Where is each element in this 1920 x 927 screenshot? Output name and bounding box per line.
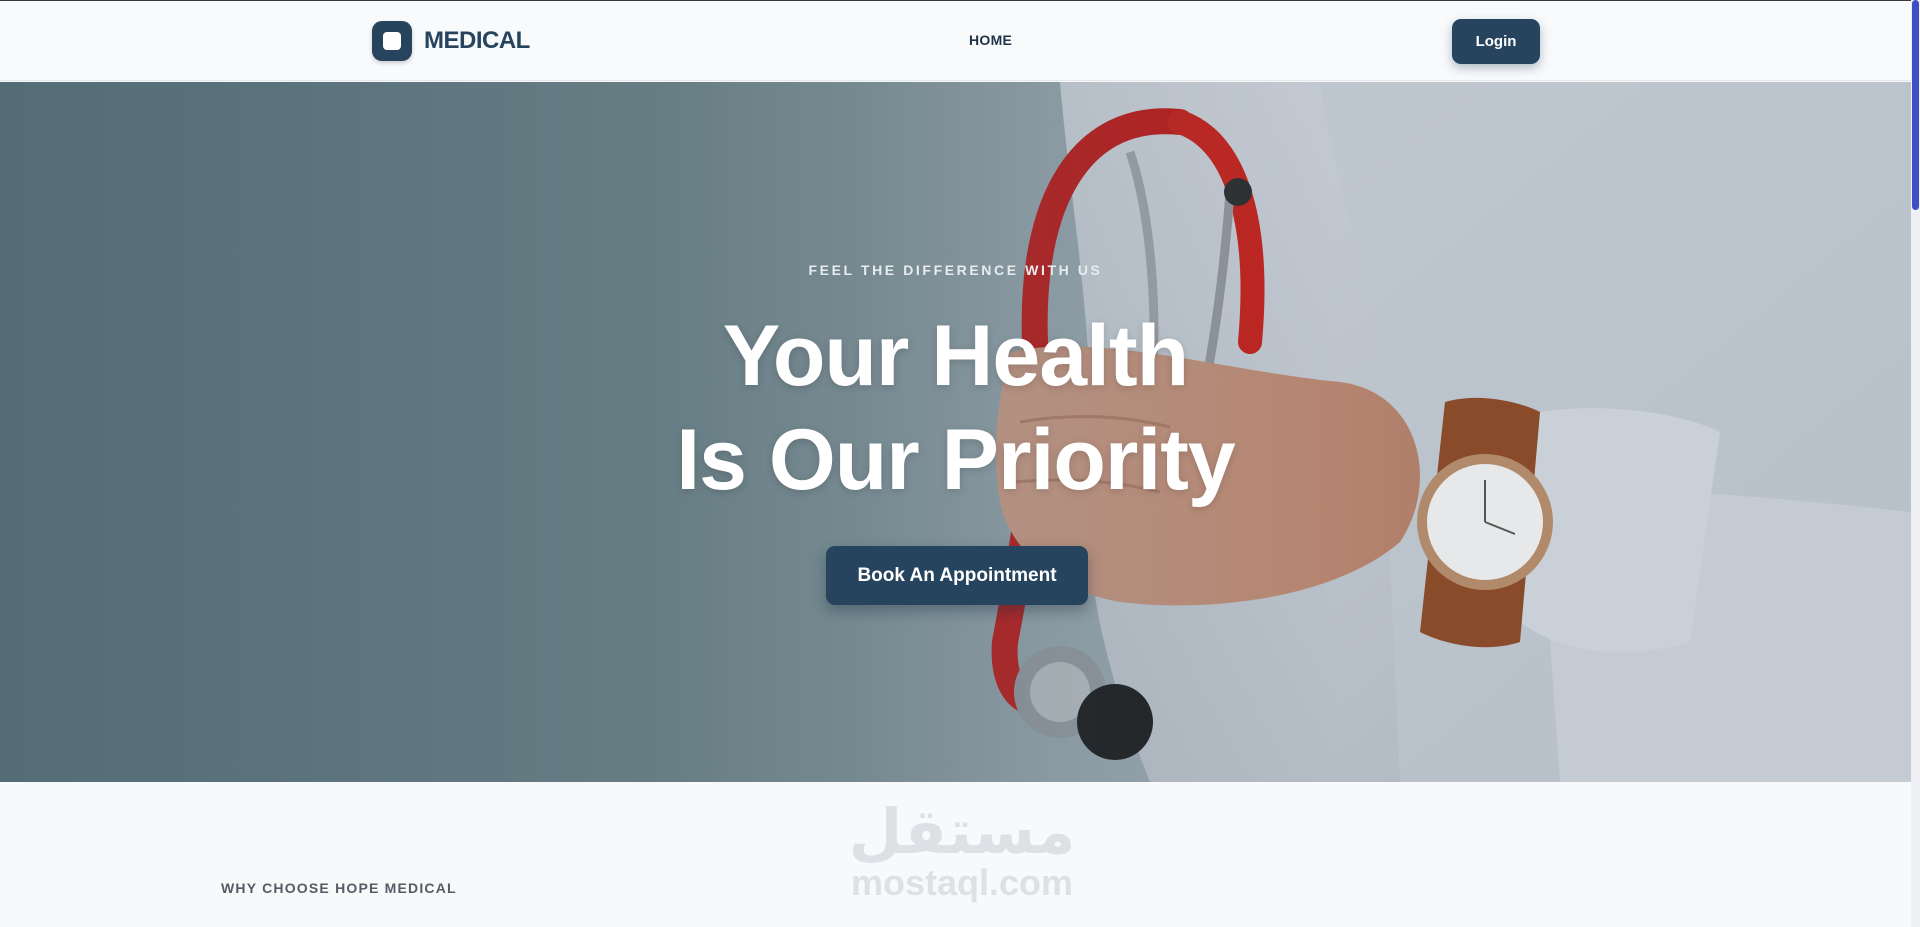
logo-text: MEDICAL [424,27,530,54]
mostaql-watermark: مستقل mostaql.com [842,800,1082,902]
book-appointment-button[interactable]: Book An Appointment [826,546,1088,605]
site-logo[interactable]: MEDICAL [372,21,530,61]
watermark-latin: mostaql.com [850,862,1074,903]
hero-title-line-2: Is Our Priority [676,412,1236,508]
watermark-arabic: مستقل [848,795,1076,868]
login-button[interactable]: Login [1452,19,1540,64]
logo-icon [372,21,412,61]
section-label: WHY CHOOSE HOPE MEDICAL [221,880,457,896]
site-header: MEDICAL HOME Login [0,1,1911,81]
hero-section: FEEL THE DIFFERENCE WITH US Your Health … [0,82,1911,782]
hero-title-line-1: Your Health [722,308,1189,404]
why-choose-section: مستقل mostaql.com WHY CHOOSE HOPE MEDICA… [0,782,1911,927]
hero-eyebrow: FEEL THE DIFFERENCE WITH US [808,262,1103,278]
hero-title: Your Health Is Our Priority [0,304,1911,512]
nav-item-home[interactable]: HOME [969,32,1012,48]
scrollbar-thumb[interactable] [1912,0,1919,210]
page-scrollbar[interactable] [1911,0,1920,927]
